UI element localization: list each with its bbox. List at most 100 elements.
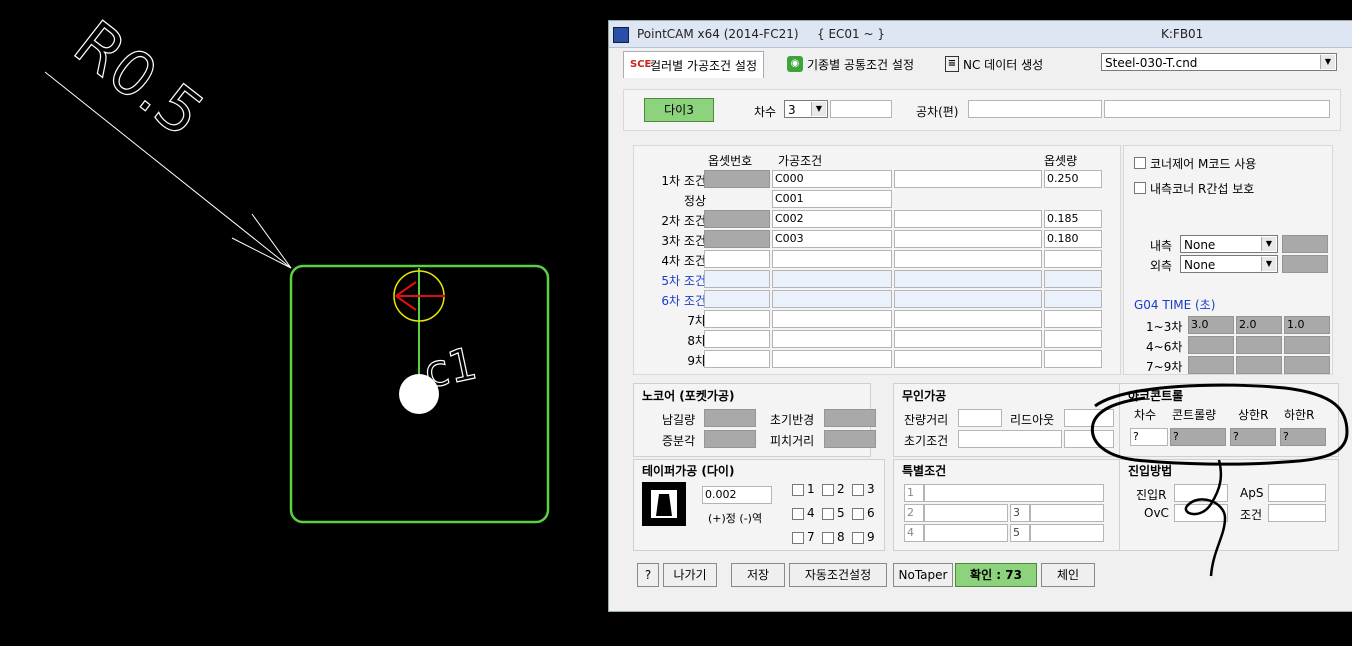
g04-value-3[interactable] [1284,336,1330,354]
material-select[interactable]: Steel-030-T.cnd ▼ [1101,53,1337,71]
condition-note-field[interactable] [894,250,1042,268]
save-button[interactable]: 저장 [731,563,785,587]
special-field-1[interactable] [924,484,1104,502]
arc-lower-r-field[interactable]: ? [1280,428,1326,446]
condition-field[interactable]: C001 [772,190,892,208]
condition-field[interactable] [772,270,892,288]
pitch-field[interactable] [824,430,876,448]
tab-nc-data[interactable]: ≡ NC 데이터 생성 [939,51,1049,77]
offset-amount-field[interactable] [1044,350,1102,368]
lead-out-field[interactable] [1064,409,1114,427]
condition-field[interactable]: C002 [772,210,892,228]
condition-field[interactable] [772,290,892,308]
taper-value-field[interactable]: 0.002 [702,486,772,504]
offset-amount-field[interactable] [1044,290,1102,308]
offset-no-field[interactable] [704,250,770,268]
offset-no-field[interactable] [704,210,770,228]
inner-r-protect-checkbox[interactable] [1134,182,1146,194]
condition-field[interactable] [772,250,892,268]
corner-m-code-checkbox[interactable] [1134,157,1146,169]
condition-note-field[interactable] [894,350,1042,368]
taper-check-box[interactable] [792,532,804,544]
taper-check-box[interactable] [852,484,864,496]
arc-upper-r-field[interactable]: ? [1230,428,1276,446]
condition-field[interactable]: C003 [772,230,892,248]
order-select[interactable]: 3 ▼ [784,100,828,118]
auto-condition-button[interactable]: 자동조건설정 [789,563,887,587]
offset-amount-field[interactable] [1044,250,1102,268]
init-radius-field[interactable] [824,409,876,427]
offset-amount-field[interactable] [1044,310,1102,328]
condition-field[interactable]: C000 [772,170,892,188]
condition-note-field[interactable] [894,230,1042,248]
inner-value-field[interactable] [1282,235,1328,253]
taper-check-box[interactable] [792,508,804,520]
offset-no-field[interactable] [704,350,770,368]
tolerance-note-field[interactable] [1104,100,1330,118]
order-extra-field[interactable] [830,100,892,118]
condition-field[interactable] [772,330,892,348]
g04-value-1[interactable] [1188,356,1234,374]
help-button[interactable]: ? [637,563,659,587]
g04-value-2[interactable] [1236,336,1282,354]
inner-select[interactable]: None ▼ [1180,235,1278,253]
outer-select[interactable]: None ▼ [1180,255,1278,273]
condition-field[interactable] [772,350,892,368]
condition-note-field[interactable] [894,210,1042,228]
condition-note-field[interactable] [894,170,1042,188]
init-cond-field[interactable] [958,430,1062,448]
notaper-button[interactable]: NoTaper [893,563,953,587]
arc-control-field[interactable]: ? [1170,428,1226,446]
outer-value-field[interactable] [1282,255,1328,273]
init-cond-extra-field[interactable] [1064,430,1114,448]
special-field-3[interactable] [1030,504,1104,522]
tolerance-field[interactable] [968,100,1102,118]
offset-no-field[interactable] [704,290,770,308]
exit-button[interactable]: 나가기 [663,563,717,587]
approach-cond-field[interactable] [1268,504,1326,522]
special-field-5[interactable] [1030,524,1104,542]
g04-value-1[interactable]: 3.0 [1188,316,1234,334]
condition-note-field[interactable] [894,330,1042,348]
remain-dist-field[interactable] [958,409,1002,427]
offset-amount-field[interactable] [1044,270,1102,288]
offset-no-field[interactable] [704,230,770,248]
taper-check-box[interactable] [852,508,864,520]
tab-common-conditions[interactable]: ◉ 기종별 공통조건 설정 [781,51,920,77]
arc-order-field[interactable]: ? [1130,428,1168,446]
condition-note-field[interactable] [894,310,1042,328]
taper-check-box[interactable] [792,484,804,496]
ovc-field[interactable] [1174,504,1228,522]
special-field-4[interactable] [924,524,1008,542]
offset-no-field[interactable] [704,170,770,188]
offset-amount-field[interactable]: 0.185 [1044,210,1102,228]
condition-note-field[interactable] [894,270,1042,288]
tab-color-conditions[interactable]: SCE 컬러별 가공조건 설정 [623,51,764,78]
confirm-button[interactable]: 확인 : 73 [955,563,1037,587]
remain-field[interactable] [704,409,756,427]
taper-check-box[interactable] [822,508,834,520]
taper-check-box[interactable] [822,532,834,544]
die-button[interactable]: 다이3 [644,98,714,122]
approach-r-field[interactable] [1174,484,1228,502]
g04-value-2[interactable] [1236,356,1282,374]
g04-value-2[interactable]: 2.0 [1236,316,1282,334]
offset-no-field[interactable] [704,330,770,348]
special-field-2[interactable] [924,504,1008,522]
g04-value-3[interactable]: 1.0 [1284,316,1330,334]
g04-value-3[interactable] [1284,356,1330,374]
taper-check-box[interactable] [822,484,834,496]
offset-amount-field[interactable] [1044,330,1102,348]
cad-viewport[interactable]: R0.5 c1 [0,0,610,643]
taper-check-box[interactable] [852,532,864,544]
g04-value-1[interactable] [1188,336,1234,354]
condition-field[interactable] [772,310,892,328]
offset-no-field[interactable] [704,270,770,288]
offset-amount-field[interactable]: 0.180 [1044,230,1102,248]
chain-button[interactable]: 체인 [1041,563,1095,587]
offset-no-field[interactable] [704,310,770,328]
aps-field[interactable] [1268,484,1326,502]
condition-note-field[interactable] [894,290,1042,308]
offset-amount-field[interactable]: 0.250 [1044,170,1102,188]
increment-field[interactable] [704,430,756,448]
